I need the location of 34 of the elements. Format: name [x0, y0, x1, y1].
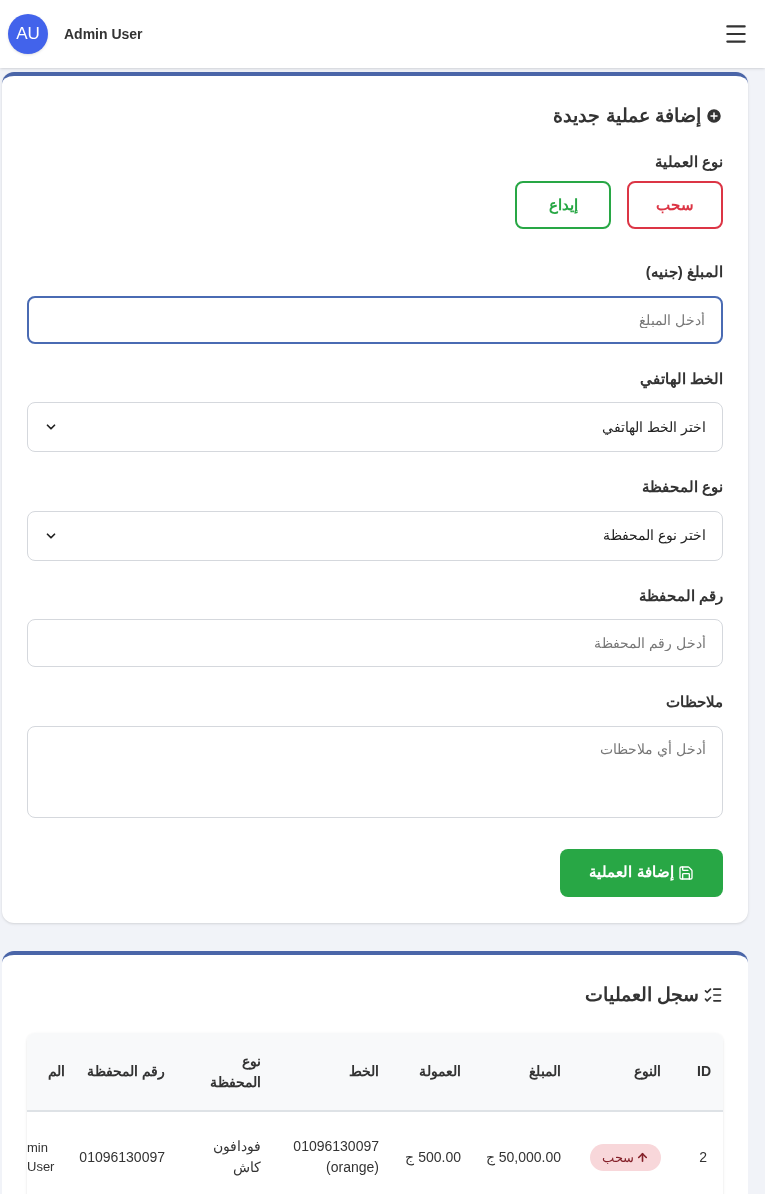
table-cell: 01096130097 (orange) — [273, 1111, 391, 1194]
field-label: نوع العملية — [653, 151, 723, 173]
column-header: النوع — [573, 1033, 673, 1111]
table-cell: 2 — [673, 1111, 723, 1194]
save-icon — [677, 864, 694, 881]
field-label: رقم المحفظة — [637, 585, 723, 607]
column-header: ID — [673, 1033, 723, 1111]
column-header: المبلغ — [473, 1033, 573, 1111]
field-label: ملاحظات — [665, 692, 723, 712]
table-cell: فودافون كاش — [177, 1111, 273, 1194]
history-title: سجل العمليات — [584, 982, 699, 1007]
column-header: العمولة — [391, 1033, 473, 1111]
select-field[interactable]: اختر نوع المحفظة — [27, 510, 723, 561]
field-label: الخط الهاتفي — [638, 368, 723, 390]
select-field[interactable]: اختر الخط الهاتفي — [27, 402, 723, 452]
column-header: الخط — [273, 1033, 391, 1111]
table-cell: 50,000.00 ج — [473, 1111, 573, 1194]
column-header: الم — [27, 1033, 69, 1111]
form-title: إضافة عملية جديدة — [553, 104, 701, 129]
table-cell: 500.00 ج — [391, 1111, 473, 1194]
field-label: نوع المحفظة — [640, 477, 723, 498]
column-header: نوع المحفظة — [177, 1033, 273, 1111]
table-cell: 01096130097 — [69, 1111, 177, 1194]
column-header: رقم المحفظة — [69, 1033, 177, 1111]
notes-field[interactable]: أدخل أي ملاحظات — [27, 725, 723, 818]
operation-type-button[interactable]: إيداع — [515, 181, 611, 229]
user-avatar[interactable]: AU — [8, 14, 48, 54]
user-name: Admin User — [64, 24, 143, 44]
plus-circle-icon — [705, 107, 723, 126]
field-label: المبلغ (جنيه) — [644, 262, 723, 283]
submit-button[interactable]: إضافة العملية — [560, 848, 723, 897]
operation-type-button[interactable]: سحب — [627, 181, 723, 229]
type-badge: سحب — [590, 1143, 661, 1171]
table-cell: min User — [27, 1111, 69, 1194]
